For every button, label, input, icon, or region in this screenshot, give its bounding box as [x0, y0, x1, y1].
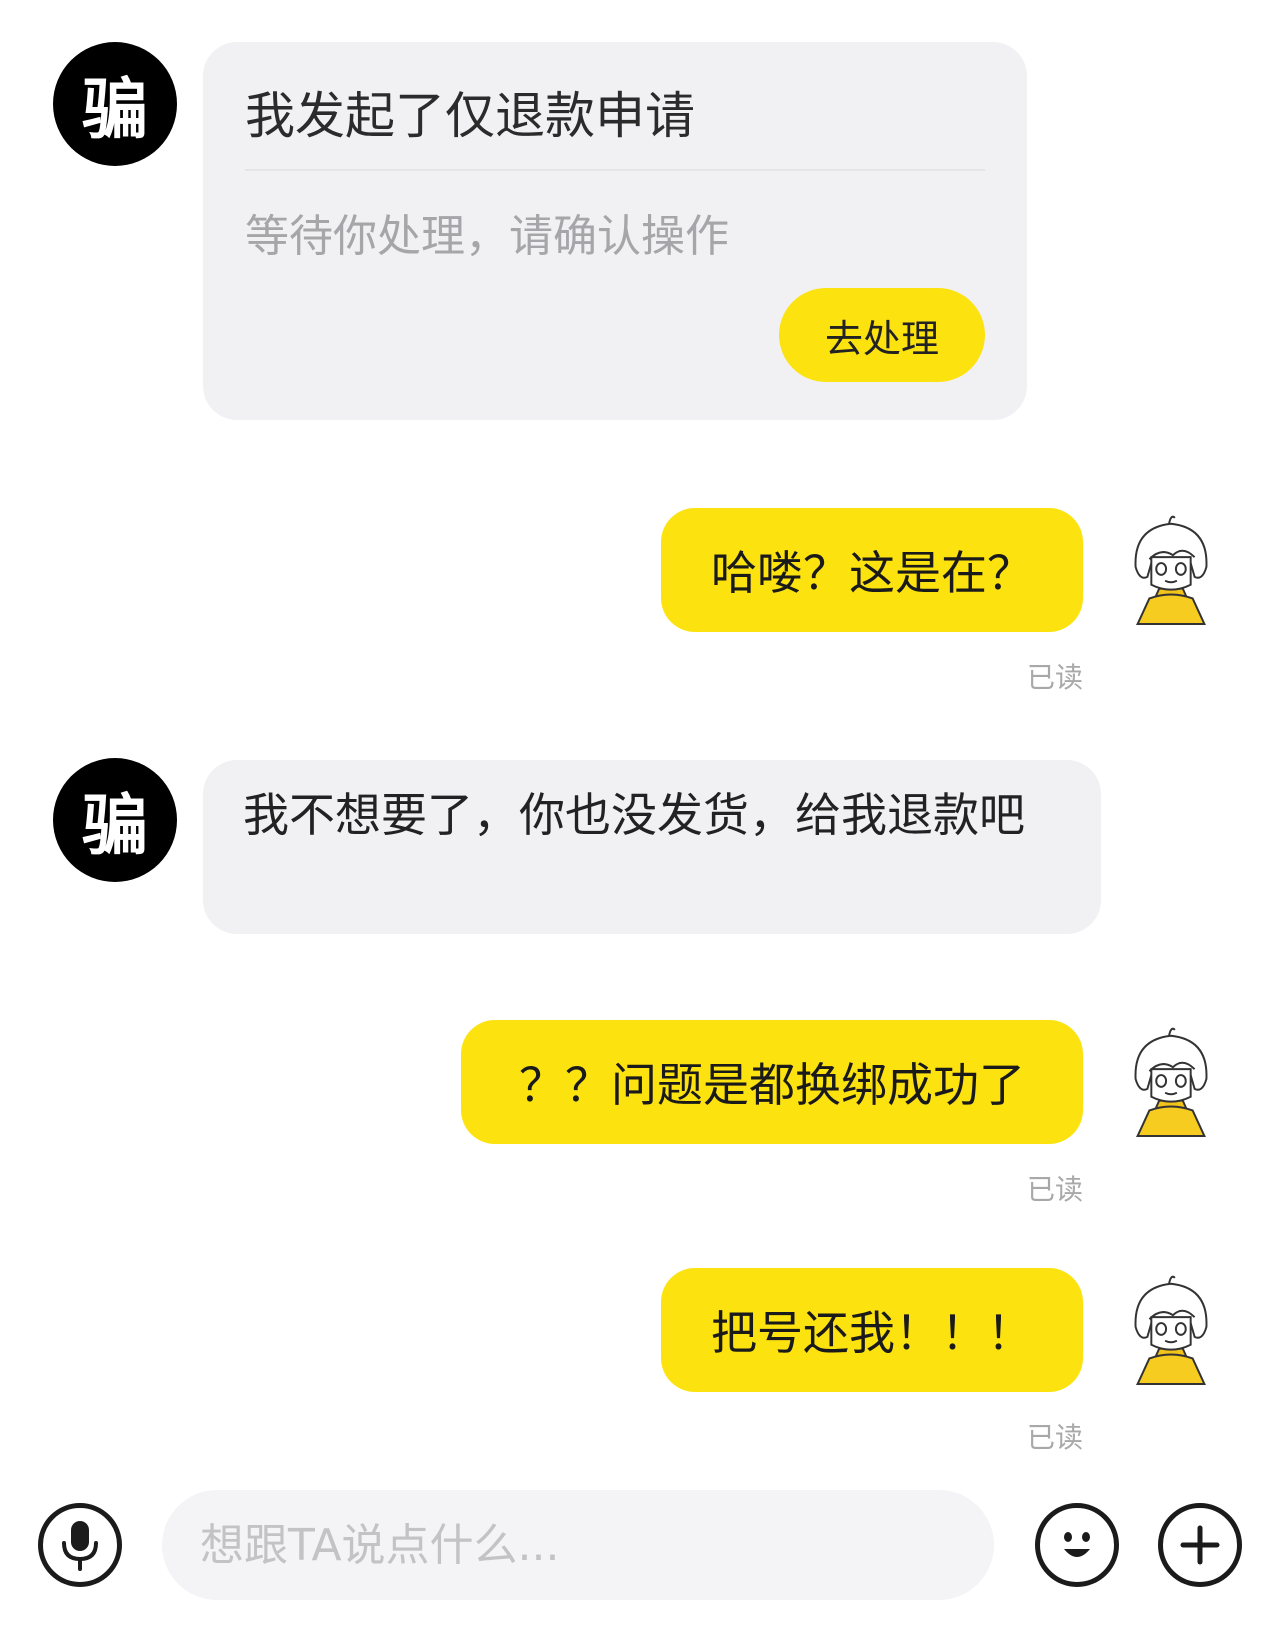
emoji-icon: [1064, 1532, 1090, 1557]
voice-button[interactable]: [38, 1503, 122, 1587]
card-title: 我发起了仅退款申请: [245, 87, 695, 145]
more-button[interactable]: [1158, 1503, 1242, 1587]
outgoing-message-bubble: ？？问题是都换绑成功了: [461, 1020, 1083, 1144]
incoming-message-bubble: 我不想要了，你也没发货，给我退款吧: [203, 760, 1101, 934]
contact-avatar[interactable]: 骗: [53, 42, 177, 166]
avatar-glyph: 骗: [82, 71, 148, 148]
message-text: 我不想要了，你也没发货，给我退款吧: [243, 788, 1025, 842]
cartoon-girl-icon: [1134, 1275, 1208, 1386]
avatar-glyph: 骗: [82, 787, 148, 864]
my-avatar[interactable]: [1112, 508, 1230, 626]
composer-bar: [0, 1490, 1280, 1620]
chat-screen: 骗 我发起了仅退款申请 等待你处理，请确认操作 去处理 哈喽？这是在？ 已读 骗…: [0, 0, 1280, 1639]
emoji-button[interactable]: [1035, 1503, 1119, 1587]
read-receipt: 已读: [1026, 1421, 1083, 1454]
outgoing-message-bubble: 把号还我！！！: [661, 1268, 1083, 1392]
outgoing-message-bubble: 哈喽？这是在？: [661, 508, 1083, 632]
message-input[interactable]: [162, 1490, 994, 1600]
my-avatar[interactable]: [1112, 1268, 1230, 1386]
read-receipt: 已读: [1026, 1173, 1083, 1206]
read-receipt: 已读: [1026, 661, 1083, 694]
cartoon-girl-icon: [1134, 515, 1208, 626]
card-subtitle: 等待你处理，请确认操作: [245, 211, 729, 262]
contact-avatar[interactable]: 骗: [53, 758, 177, 882]
plus-icon: [1180, 1525, 1220, 1565]
refund-request-card: 我发起了仅退款申请 等待你处理，请确认操作 去处理: [203, 42, 1027, 420]
process-button[interactable]: 去处理: [779, 288, 985, 382]
my-avatar[interactable]: [1112, 1020, 1230, 1138]
message-text: 把号还我！！！: [711, 1306, 1033, 1360]
message-text: 哈喽？这是在？: [711, 546, 1033, 600]
card-divider: [245, 169, 985, 171]
microphone-icon: [62, 1521, 98, 1571]
message-text: ？？问题是都换绑成功了: [519, 1058, 1025, 1112]
cartoon-girl-icon: [1134, 1027, 1208, 1138]
